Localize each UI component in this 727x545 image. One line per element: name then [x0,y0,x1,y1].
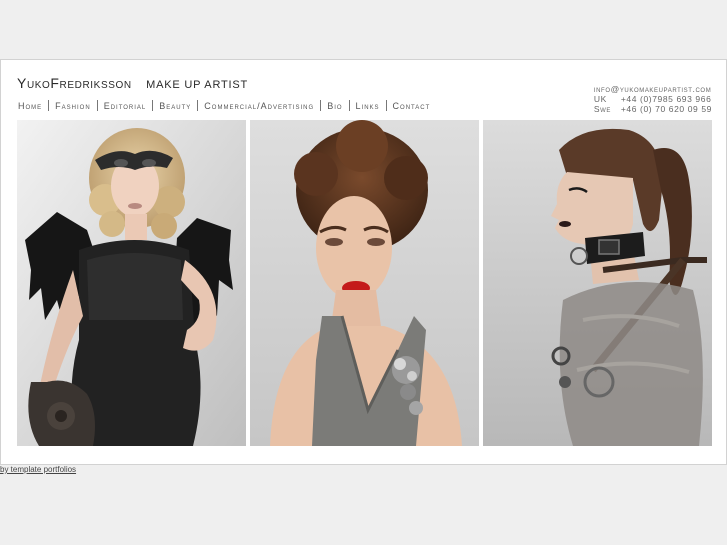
nav-contact[interactable]: Contact [393,101,431,111]
site-logo[interactable]: YukoFredriksson [17,75,132,91]
nav-divider [48,100,50,111]
photo-gallery [17,120,712,446]
nav-divider [197,100,199,111]
gallery-photo-3[interactable] [483,120,712,446]
contact-info: info@yukomakeupartist.com UK +44 (0)7985… [594,84,712,114]
photo-3-image [483,120,712,446]
gallery-photo-2[interactable] [250,120,479,446]
phone-number: +46 (0) 70 620 09 59 [620,104,712,114]
nav-divider [320,100,322,111]
main-nav: Home Fashion Editorial Beauty Commercial… [18,100,430,111]
phone-number: +44 (0)7985 693 966 [620,94,712,104]
nav-bio[interactable]: Bio [327,101,342,111]
nav-divider [348,100,350,111]
photo-2-image [250,120,479,446]
phone-country: Swe [593,104,611,114]
nav-editorial[interactable]: Editorial [104,101,147,111]
contact-phone-swe: Swe +46 (0) 70 620 09 59 [594,104,712,114]
nav-divider [96,100,98,111]
nav-beauty[interactable]: Beauty [159,101,191,111]
site-tagline: MAKE UP ARTIST [146,79,249,91]
site-frame: YukoFredriksson MAKE UP ARTIST Home Fash… [0,59,727,465]
gallery-photo-1[interactable] [17,120,246,446]
nav-commercial-advertising[interactable]: Commercial/Advertising [204,101,314,111]
nav-divider [152,100,154,111]
nav-fashion[interactable]: Fashion [55,101,91,111]
nav-divider [385,100,387,111]
nav-links[interactable]: Links [356,101,380,111]
nav-home[interactable]: Home [18,101,42,111]
contact-phone-uk: UK +44 (0)7985 693 966 [594,94,712,104]
template-credit-link[interactable]: by template portfolios [0,465,76,474]
site-header: YukoFredriksson MAKE UP ARTIST [17,75,248,93]
phone-country: UK [593,94,607,104]
photo-1-image [17,120,246,446]
contact-email[interactable]: info@yukomakeupartist.com [594,84,712,94]
